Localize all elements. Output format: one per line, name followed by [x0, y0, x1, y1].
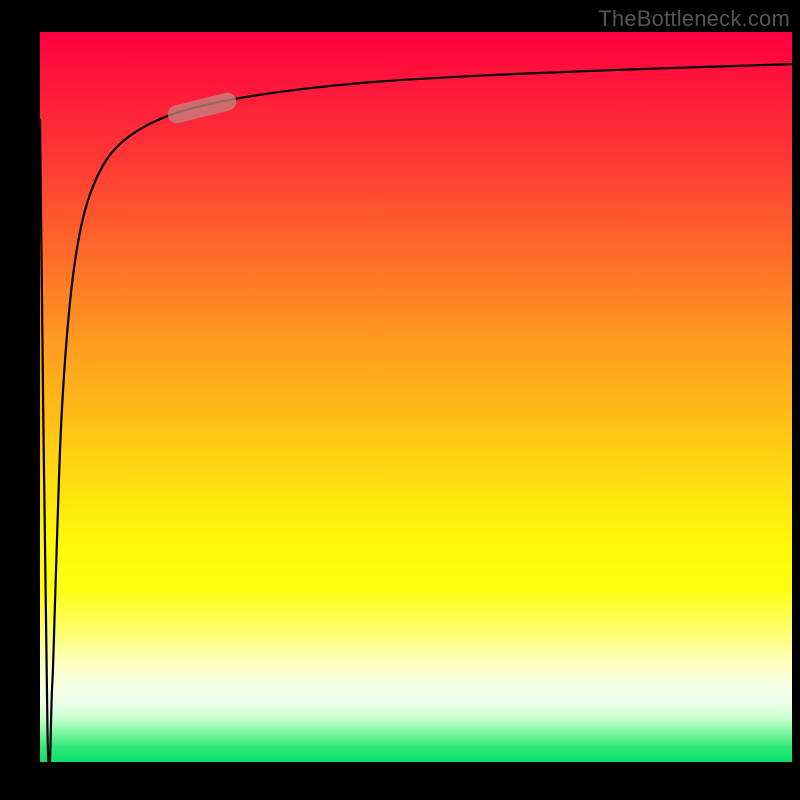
watermark-text: TheBottleneck.com: [598, 6, 790, 32]
bottleneck-curve: [40, 64, 792, 762]
plot-area: [40, 32, 792, 762]
chart-stage: TheBottleneck.com: [0, 0, 800, 800]
curve-layer: [40, 32, 792, 762]
